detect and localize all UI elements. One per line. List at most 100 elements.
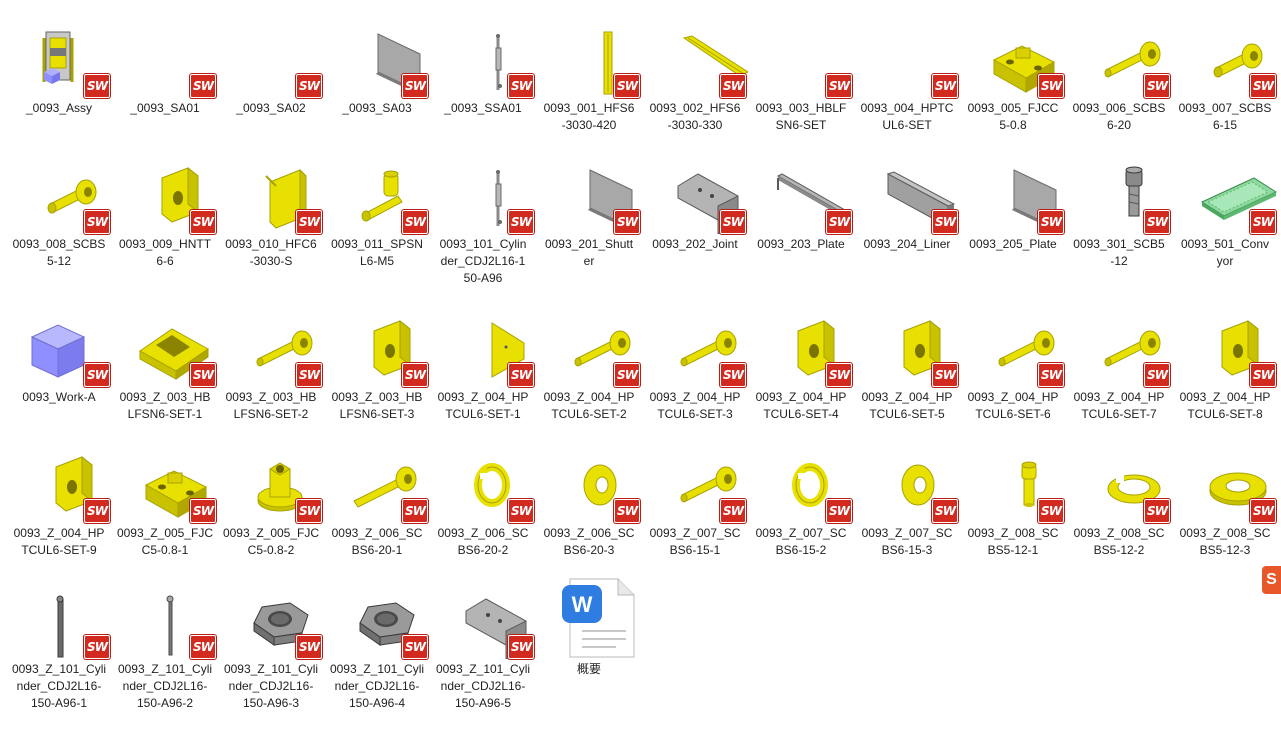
file-item-solidworks[interactable]: SW _0093_SA01 [112,10,218,117]
file-name-label: 0093_Z_003_HB LFSN6-SET-1 [119,390,211,421]
file-name-label: 0093_201_Shutt er [544,237,634,268]
wps-document-icon: W [536,571,642,659]
grey-thin-rod-icon: SW [112,571,218,659]
file-name-label: 0093_Z_008_SC BS5-12-1 [967,526,1059,557]
file-item-solidworks[interactable]: SW 0093_501_Conv yor [1172,146,1278,270]
file-item-solidworks[interactable]: SW _0093_SA02 [218,10,324,117]
file-item-solidworks[interactable]: SW 0093_008_SCBS 5-12 [6,146,112,270]
file-name-label: _0093_SA02 [236,101,306,115]
file-name-label: 0093_Work-A [22,390,96,404]
yellow-bolt-icon: SW [642,299,748,387]
file-item-solidworks[interactable]: SW 0093_301_SCB5 -12 [1066,146,1172,270]
solidworks-badge-icon: SW [296,499,322,523]
file-item-solidworks[interactable]: SW 0093_Z_003_HB LFSN6-SET-2 [218,299,324,423]
file-item-solidworks[interactable]: SW 0093_Z_101_Cyli nder_CDJ2L16- 150-A96-… [218,571,324,712]
solidworks-badge-icon: SW [720,363,746,387]
file-item-solidworks[interactable]: SW 0093_Z_004_HP TCUL6-SET-1 [430,299,536,423]
solidworks-badge-icon: SW [402,363,428,387]
solidworks-badge-icon: SW [84,635,110,659]
file-item-solidworks[interactable]: SW 0093_Z_006_SC BS6-20-1 [324,435,430,559]
file-item-solidworks[interactable]: SW 0093_202_Joint [642,146,748,253]
yellow-bolt-icon: SW [960,299,1066,387]
file-item-solidworks[interactable]: SW 0093_Z_007_SC BS6-15-2 [748,435,854,559]
file-name-label: _0093_SA03 [342,101,412,115]
side-tool-badge[interactable]: S [1262,566,1281,594]
file-name-label: 0093_Z_008_SC BS5-12-2 [1073,526,1165,557]
file-item-solidworks[interactable]: SW 0093_Z_008_SC BS5-12-2 [1066,435,1172,559]
grey-bracket-icon: SW [642,146,748,234]
file-item-solidworks[interactable]: SW 0093_Z_004_HP TCUL6-SET-2 [536,299,642,423]
file-item-solidworks[interactable]: SW 0093_Z_004_HP TCUL6-SET-9 [6,435,112,559]
file-item-solidworks[interactable]: SW 0093_002_HFS6 -3030-330 [642,10,748,134]
file-item-solidworks[interactable]: SW 0093_Z_101_Cyli nder_CDJ2L16- 150-A96-… [430,571,536,712]
file-item-solidworks[interactable]: SW 0093_Z_004_HP TCUL6-SET-3 [642,299,748,423]
solidworks-badge-icon: SW [826,363,852,387]
file-item-solidworks[interactable]: SW 0093_Z_004_HP TCUL6-SET-5 [854,299,960,423]
solidworks-badge-icon: SW [1038,363,1064,387]
solidworks-badge-icon: SW [1144,499,1170,523]
file-item-solidworks[interactable]: SW 0093_004_HPTC UL6-SET [854,10,960,134]
file-item-solidworks[interactable]: SW 0093_Z_008_SC BS5-12-3 [1172,435,1278,559]
file-item-solidworks[interactable]: SW 0093_Z_004_HP TCUL6-SET-7 [1066,299,1172,423]
file-item-solidworks[interactable]: SW 0093_010_HFC6 -3030-S [218,146,324,270]
file-item-solidworks[interactable]: SW 0093_Z_006_SC BS6-20-3 [536,435,642,559]
file-item-solidworks[interactable]: SW 0093_Z_003_HB LFSN6-SET-1 [112,299,218,423]
solidworks-badge-icon: SW [720,499,746,523]
yellow-bolt-icon: SW [536,299,642,387]
file-item-solidworks[interactable]: SW 0093_203_Plate [748,146,854,253]
file-item-solidworks[interactable]: SW 0093_101_Cylin der_CDJ2L16-1 50-A96 [430,146,536,287]
file-item-solidworks[interactable]: SW 0093_009_HNTT 6-6 [112,146,218,270]
solidworks-badge-icon: SW [932,74,958,98]
file-item-solidworks[interactable]: SW 0093_Z_005_FJC C5-0.8-1 [112,435,218,559]
yellow-flange-icon: SW [218,435,324,523]
yellow-bolt-icon: SW [218,299,324,387]
file-item-document[interactable]: W 概要 [536,571,642,678]
file-name-label: 0093_Z_004_HP TCUL6-SET-3 [649,390,741,421]
solidworks-badge-icon: SW [1250,74,1276,98]
file-item-solidworks[interactable]: SW 0093_001_HFS6 -3030-420 [536,10,642,134]
file-item-solidworks[interactable]: SW _0093_SA03 [324,10,430,117]
file-name-label: 0093_006_SCBS 6-20 [1072,101,1166,132]
file-item-solidworks[interactable]: SW 0093_Z_101_Cyli nder_CDJ2L16- 150-A96-… [324,571,430,712]
file-item-solidworks[interactable]: SW 0093_205_Plate [960,146,1066,253]
file-item-solidworks[interactable]: SW 0093_201_Shutt er [536,146,642,270]
file-item-solidworks[interactable]: SW 0093_Z_006_SC BS6-20-2 [430,435,536,559]
file-item-solidworks[interactable]: SW 0093_005_FJCC 5-0.8 [960,10,1066,134]
file-item-solidworks[interactable]: SW 0093_Z_005_FJC C5-0.8-2 [218,435,324,559]
file-item-solidworks[interactable]: SW 0093_007_SCBS 6-15 [1172,10,1278,134]
file-item-solidworks[interactable]: SW 0093_006_SCBS 6-20 [1066,10,1172,134]
file-name-label: 0093_Z_101_Cyli nder_CDJ2L16- 150-A96-2 [117,662,213,710]
file-name-label: 0093_205_Plate [969,237,1057,251]
file-item-solidworks[interactable]: SW 0093_Z_101_Cyli nder_CDJ2L16- 150-A96-… [112,571,218,712]
yellow-cap-icon: SW [218,146,324,234]
yellow-washer-flat-icon: SW [1172,435,1278,523]
grey-hex-nut-icon: SW [324,571,430,659]
solidworks-badge-icon: SW [614,210,640,234]
file-item-solidworks[interactable]: SW 0093_Z_008_SC BS5-12-1 [960,435,1066,559]
file-item-solidworks[interactable]: SW 0093_Z_101_Cyli nder_CDJ2L16- 150-A96-… [6,571,112,712]
file-item-solidworks[interactable]: SW 0093_Work-A [6,299,112,406]
file-name-label: 0093_Z_004_HP TCUL6-SET-7 [1073,390,1165,421]
grey-bolt-icon: SW [1066,146,1172,234]
file-item-solidworks[interactable]: SW 0093_Z_004_HP TCUL6-SET-8 [1172,299,1278,423]
file-item-solidworks[interactable]: SW 0093_Z_004_HP TCUL6-SET-6 [960,299,1066,423]
file-name-label: 0093_008_SCBS 5-12 [12,237,106,268]
file-name-label: 0093_003_HBLF SN6-SET [755,101,847,132]
file-item-solidworks[interactable]: SW _0093_SSA01 [430,10,536,117]
file-item-solidworks[interactable]: SW _0093_Assy [6,10,112,117]
file-item-solidworks[interactable]: SW 0093_204_Liner [854,146,960,253]
file-item-solidworks[interactable]: SW 0093_Z_007_SC BS6-15-3 [854,435,960,559]
file-item-solidworks[interactable]: SW 0093_Z_007_SC BS6-15-1 [642,435,748,559]
file-item-solidworks[interactable]: SW 0093_Z_004_HP TCUL6-SET-4 [748,299,854,423]
solidworks-badge-icon: SW [1038,210,1064,234]
file-item-solidworks[interactable]: SW 0093_Z_003_HB LFSN6-SET-3 [324,299,430,423]
solidworks-badge-icon: SW [932,210,958,234]
solidworks-badge-icon: SW [296,210,322,234]
file-name-label: 0093_Z_005_FJC C5-0.8-2 [222,526,320,557]
file-name-label: 0093_Z_101_Cyli nder_CDJ2L16- 150-A96-3 [223,662,319,710]
file-name-label: 0093_Z_007_SC BS6-15-2 [755,526,847,557]
file-item-solidworks[interactable]: SW 0093_003_HBLF SN6-SET [748,10,854,134]
yellow-split-washer-icon: SW [748,435,854,523]
file-item-solidworks[interactable]: SW 0093_011_SPSN L6-M5 [324,146,430,270]
file-name-label: 0093_Z_006_SC BS6-20-3 [543,526,635,557]
